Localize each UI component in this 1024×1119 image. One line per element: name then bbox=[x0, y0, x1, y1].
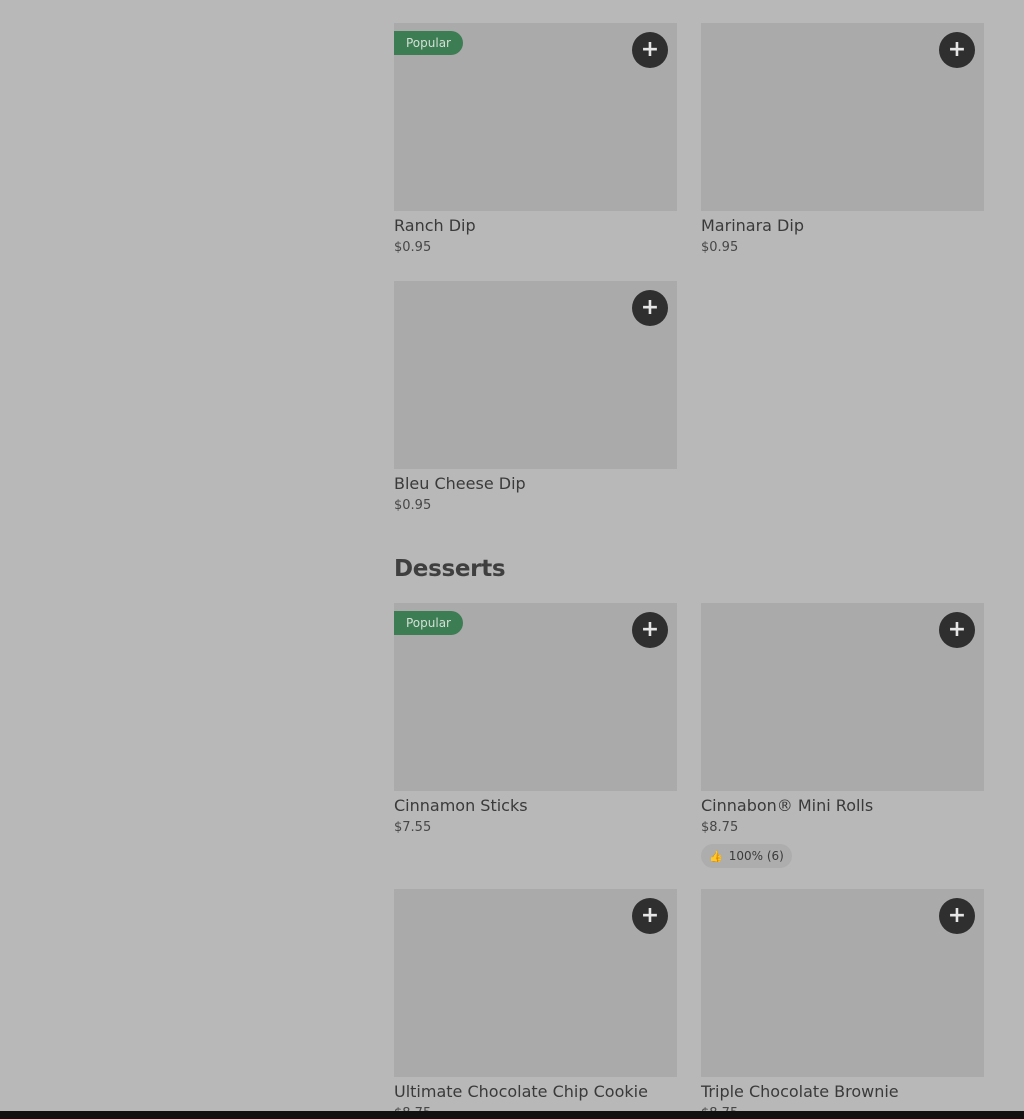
menu-item-card[interactable]: + Cinnabon® Mini Rolls $8.75 👍 100% (6) bbox=[701, 603, 984, 868]
plus-icon: + bbox=[640, 903, 660, 928]
item-image[interactable]: + bbox=[701, 23, 984, 211]
item-name[interactable]: Triple Chocolate Brownie bbox=[701, 1081, 984, 1103]
bottom-bar bbox=[0, 1111, 1024, 1119]
add-item-button[interactable]: + bbox=[939, 898, 975, 934]
add-item-button[interactable]: + bbox=[632, 32, 668, 68]
menu-page: Popular + Ranch Dip $0.95 + Marinara Dip… bbox=[0, 0, 1024, 1119]
plus-icon: + bbox=[947, 37, 967, 62]
plus-icon: + bbox=[640, 37, 660, 62]
item-name[interactable]: Bleu Cheese Dip bbox=[394, 473, 677, 495]
add-item-button[interactable]: + bbox=[939, 612, 975, 648]
item-price: $0.95 bbox=[394, 498, 432, 513]
item-image[interactable]: + bbox=[701, 603, 984, 791]
item-price: $0.95 bbox=[701, 240, 739, 255]
add-item-button[interactable]: + bbox=[939, 32, 975, 68]
menu-item-card[interactable]: + Ultimate Chocolate Chip Cookie $8.75 bbox=[394, 889, 677, 1119]
item-image[interactable]: + bbox=[394, 281, 677, 469]
item-name[interactable]: Ultimate Chocolate Chip Cookie bbox=[394, 1081, 677, 1103]
plus-icon: + bbox=[947, 903, 967, 928]
rating-badge: 👍 100% (6) bbox=[701, 844, 792, 868]
item-name[interactable]: Ranch Dip bbox=[394, 215, 677, 237]
item-image[interactable]: Popular + bbox=[394, 603, 677, 791]
plus-icon: + bbox=[640, 295, 660, 320]
item-price: $8.75 bbox=[701, 820, 739, 835]
popular-badge: Popular bbox=[394, 611, 463, 635]
add-item-button[interactable]: + bbox=[632, 290, 668, 326]
item-name[interactable]: Marinara Dip bbox=[701, 215, 984, 237]
thumbs-up-icon: 👍 bbox=[709, 849, 723, 863]
plus-icon: + bbox=[947, 617, 967, 642]
menu-item-card[interactable]: + Triple Chocolate Brownie $8.75 bbox=[701, 889, 984, 1119]
item-image[interactable]: + bbox=[701, 889, 984, 1077]
popular-badge: Popular bbox=[394, 31, 463, 55]
section-title-desserts: Desserts bbox=[394, 556, 506, 582]
item-image[interactable]: + bbox=[394, 889, 677, 1077]
menu-item-card[interactable]: Popular + Ranch Dip $0.95 bbox=[394, 23, 677, 258]
menu-item-card[interactable]: Popular + Cinnamon Sticks $7.55 bbox=[394, 603, 677, 838]
item-name[interactable]: Cinnabon® Mini Rolls bbox=[701, 795, 984, 817]
plus-icon: + bbox=[640, 617, 660, 642]
menu-item-card[interactable]: + Bleu Cheese Dip $0.95 bbox=[394, 281, 677, 516]
add-item-button[interactable]: + bbox=[632, 612, 668, 648]
rating-text: 100% (6) bbox=[728, 849, 784, 863]
item-price: $7.55 bbox=[394, 820, 432, 835]
item-image[interactable]: Popular + bbox=[394, 23, 677, 211]
item-name[interactable]: Cinnamon Sticks bbox=[394, 795, 677, 817]
menu-item-card[interactable]: + Marinara Dip $0.95 bbox=[701, 23, 984, 258]
add-item-button[interactable]: + bbox=[632, 898, 668, 934]
item-price: $0.95 bbox=[394, 240, 432, 255]
